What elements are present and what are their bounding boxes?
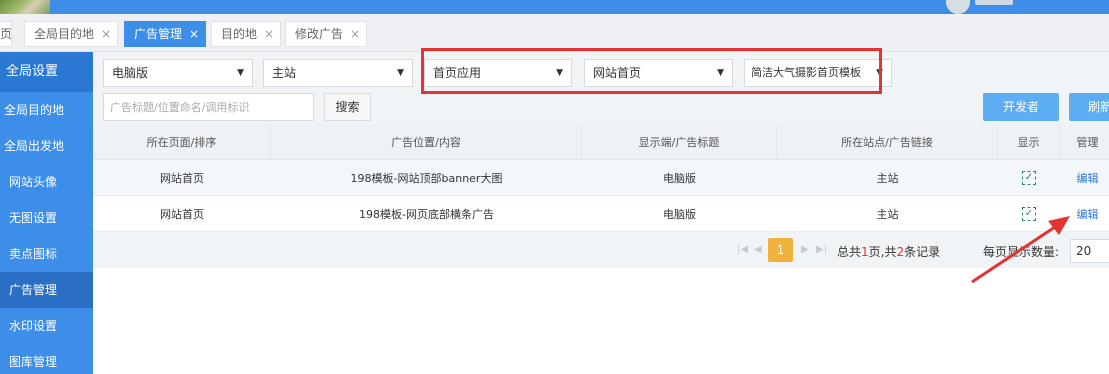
display-cell: ✓ [998,196,1060,231]
column-header: 显示端/广告标题 [582,124,777,159]
last-page-icon[interactable]: ▶| [816,244,827,255]
caret-down-icon: ▼ [556,68,563,78]
tab-label: 目的地 [221,27,258,41]
select-value: 主站 [272,66,297,80]
tab-label: 页 [0,27,13,41]
caret-down-icon: ▼ [875,60,883,86]
refresh-button[interactable]: 刷新 [1069,93,1109,121]
close-icon[interactable]: × [101,22,111,46]
total-pages: 1 [861,245,869,259]
sidebar-item-global-departures[interactable]: 全局出发地 [0,128,93,164]
edit-link[interactable]: 编辑 [1077,206,1099,222]
search-input[interactable] [103,93,314,121]
close-icon[interactable]: × [350,22,360,46]
select-value: 首页应用 [433,66,482,80]
per-page-label: 每页显示数量: [983,245,1060,259]
page-cell: 网站首页 [160,207,204,221]
sidebar-header[interactable]: 全局设置 [0,52,93,92]
template-select[interactable]: 简洁大气摄影首页模板 ▼ [744,59,892,87]
column-header: 广告位置/内容 [271,124,582,159]
sidebar-item-gallery[interactable]: 图库管理 [0,344,93,374]
total-records: 2 [896,245,905,259]
app-select[interactable]: 首页应用 ▼ [424,59,572,87]
table-row: 网站首页 198模板-网站顶部banner大图 电脑版 主站 ✓ 编辑 [93,160,1109,196]
select-value: 简洁大气摄影首页模板 [751,66,861,79]
tab-label: 修改广告 [295,27,344,41]
close-icon[interactable]: × [189,22,199,46]
column-header: 所在站点/广告链接 [777,124,998,159]
site-cell: 主站 [876,171,899,185]
sidebar-item-selling-icons[interactable]: 卖点图标 [0,236,93,272]
sidebar-item-ad-management[interactable]: 广告管理 [0,272,93,308]
site-select[interactable]: 主站 ▼ [263,59,413,87]
user-menu[interactable] [975,0,1013,5]
table-row: 网站首页 198模板-网页底部横条广告 电脑版 主站 ✓ 编辑 [93,196,1109,232]
next-page-icon[interactable]: ▶ [801,244,809,255]
sidebar-item-no-image[interactable]: 无图设置 [0,200,93,236]
page-summary: 总共1页,共2条记录 [837,245,941,259]
sidebar-item-site-avatar[interactable]: 网站头像 [0,164,93,200]
select-value: 网站首页 [593,66,642,80]
position-cell: 198模板-网页底部横条广告 [359,207,494,221]
platform-cell: 电脑版 [663,171,696,185]
table-header: 所在页面/排序 广告位置/内容 显示端/广告标题 所在站点/广告链接 显示 管理 [93,124,1109,160]
prev-page-icon[interactable]: ◀ [754,244,762,255]
tab-global-destinations[interactable]: 全局目的地 × [24,21,118,47]
site-cell: 主站 [876,207,899,221]
position-cell: 198模板-网站顶部banner大图 [350,171,503,185]
current-page-button[interactable]: 1 [768,238,793,262]
tab-home[interactable]: 页 [0,21,12,47]
tab-ad-management[interactable]: 广告管理 × [124,21,206,47]
platform-select[interactable]: 电脑版 ▼ [103,59,253,87]
column-header: 管理 [1076,135,1099,149]
close-icon[interactable]: × [264,22,274,46]
edit-link[interactable]: 编辑 [1077,170,1099,186]
pagination: |◀ ◀ 1 ▶ ▶| 总共1页,共2条记录 每页显示数量: 20 [93,232,1109,268]
display-cell: ✓ [998,160,1060,195]
first-page-icon[interactable]: |◀ [737,244,748,255]
page-cell: 网站首页 [160,171,204,185]
top-header-bar [0,0,1109,14]
tab-destinations[interactable]: 目的地 × [211,21,281,47]
caret-down-icon: ▼ [237,68,244,78]
display-checkbox[interactable]: ✓ [1022,170,1036,185]
caret-down-icon: ▼ [397,68,404,78]
display-checkbox[interactable]: ✓ [1022,206,1036,221]
column-header: 所在页面/排序 [93,124,271,159]
sidebar-item-watermark[interactable]: 水印设置 [0,308,93,344]
tab-edit-ad[interactable]: 修改广告 × [285,21,367,47]
sidebar: 全局设置 全局目的地 全局出发地 网站头像 无图设置 卖点图标 广告管理 水印设… [0,52,93,374]
manage-cell: 编辑 [1060,160,1109,195]
page-select[interactable]: 网站首页 ▼ [584,59,733,87]
tab-label: 全局目的地 [34,27,95,41]
avatar[interactable] [946,0,970,14]
site-thumbnail[interactable] [0,0,50,14]
platform-cell: 电脑版 [663,207,696,221]
tab-bar: 页 全局目的地 × 广告管理 × 目的地 × 修改广告 × [0,14,1109,52]
per-page-input[interactable]: 20 [1070,239,1109,263]
search-button[interactable]: 搜索 [324,93,371,121]
manage-cell: 编辑 [1060,196,1109,231]
sidebar-item-global-destinations[interactable]: 全局目的地 [0,92,93,128]
tab-label: 广告管理 [134,27,183,41]
developer-button[interactable]: 开发者 [983,93,1059,121]
column-header: 显示 [998,124,1060,159]
caret-down-icon: ▼ [717,68,724,78]
select-value: 电脑版 [112,66,149,80]
